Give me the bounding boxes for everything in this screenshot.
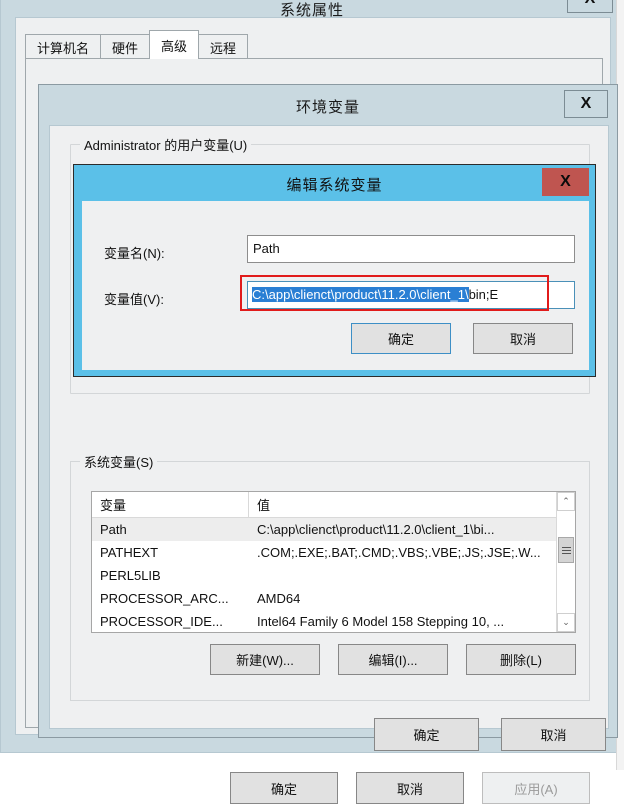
system-properties-titlebar: 系统属性 X <box>1 0 623 19</box>
variable-name: PROCESSOR_ARC... <box>100 591 229 606</box>
variable-name-input[interactable]: Path <box>247 235 575 263</box>
delete-variable-button[interactable]: 删除(L) <box>466 644 576 675</box>
envvars-cancel-button[interactable]: 取消 <box>501 718 606 751</box>
variable-name: PATHEXT <box>100 545 159 560</box>
table-row[interactable]: PROCESSOR_IDE... Intel64 Family 6 Model … <box>92 610 575 632</box>
grip-icon <box>561 546 571 554</box>
edit-system-variable-titlebar: 编辑系统变量 X <box>74 165 595 201</box>
environment-variables-title: 环境变量 <box>295 99 360 116</box>
close-icon[interactable]: X <box>567 0 613 13</box>
variable-value-input-wrap: C:\app\clienct\product\11.2.0\client_1\b… <box>240 275 575 311</box>
variable-name-label: 变量名(N): <box>104 246 165 261</box>
column-header-value[interactable]: 值 <box>249 492 575 517</box>
variable-value: AMD64 <box>257 591 301 606</box>
environment-variables-footer: 确定 取消 <box>50 718 624 751</box>
system-variables-list[interactable]: 变量 值 Path C:\app\clienct\product\11.2.0\… <box>91 491 576 633</box>
system-properties-window: 系统属性 X 计算机名 硬件 高级 远程 确定 取消 应用(A) 环境变量 X <box>0 0 624 804</box>
variable-value: Intel64 Family 6 Model 158 Stepping 10, … <box>257 614 505 629</box>
sysprops-ok-button[interactable]: 确定 <box>230 772 338 804</box>
system-variables-legend: 系统变量(S) <box>80 452 158 471</box>
tab-advanced[interactable]: 高级 <box>149 30 200 59</box>
table-row[interactable]: Path C:\app\clienct\product\11.2.0\clien… <box>92 518 575 541</box>
tab-strip: 计算机名 硬件 高级 远程 <box>25 30 249 59</box>
close-icon[interactable]: X <box>542 168 589 196</box>
tab-hardware[interactable]: 硬件 <box>100 34 151 59</box>
tab-remote[interactable]: 远程 <box>198 34 249 59</box>
variable-name: Path <box>100 522 127 537</box>
sysprops-cancel-button[interactable]: 取消 <box>356 772 464 804</box>
system-properties-footer: 确定 取消 应用(A) <box>16 772 612 804</box>
system-properties-body: 计算机名 硬件 高级 远程 确定 取消 应用(A) 环境变量 X Adminis… <box>15 17 618 804</box>
table-row[interactable]: PATHEXT .COM;.EXE;.BAT;.CMD;.VBS;.VBE;.J… <box>92 541 575 564</box>
variable-value: C:\app\clienct\product\11.2.0\client_1\b… <box>257 522 495 537</box>
column-header-variable[interactable]: 变量 <box>92 492 249 517</box>
close-icon[interactable]: X <box>564 90 608 118</box>
edit-system-variable-title: 编辑系统变量 <box>286 177 383 194</box>
chevron-down-icon[interactable]: ⌄ <box>557 613 575 632</box>
system-variables-list-header: 变量 值 <box>92 492 575 518</box>
tab-computer-name[interactable]: 计算机名 <box>25 34 102 59</box>
edit-system-variable-body: 变量名(N): Path 变量值(V): C:\app\clienct\prod… <box>82 201 589 370</box>
edit-variable-button[interactable]: 编辑(I)... <box>338 644 448 675</box>
user-variables-legend: Administrator 的用户变量(U) <box>80 135 252 154</box>
variable-value-selected-text: C:\app\clienct\product\11.2.0\client_1\ <box>252 287 469 302</box>
scrollbar-thumb[interactable] <box>558 537 574 563</box>
variable-name: PERL5LIB <box>100 568 161 583</box>
variable-name: PROCESSOR_IDE... <box>100 614 223 629</box>
edit-system-variable-dialog: 编辑系统变量 X 变量名(N): Path 变量值(V): C:\app\cli… <box>73 164 596 377</box>
new-variable-button[interactable]: 新建(W)... <box>210 644 320 675</box>
table-row[interactable]: PROCESSOR_ARC... AMD64 <box>92 587 575 610</box>
environment-variables-titlebar: 环境变量 X <box>39 85 617 125</box>
variable-value-trailing-text: bin;E <box>468 287 499 302</box>
variable-value-input[interactable]: C:\app\clienct\product\11.2.0\client_1\b… <box>247 281 575 309</box>
edit-system-variable-footer: 确定 取消 <box>82 323 589 354</box>
variable-value: .COM;.EXE;.BAT;.CMD;.VBS;.VBE;.JS;.JSE;.… <box>257 545 541 560</box>
table-row[interactable]: PERL5LIB <box>92 564 575 587</box>
chevron-up-icon[interactable]: ⌃ <box>557 492 575 511</box>
editvar-cancel-button[interactable]: 取消 <box>473 323 573 354</box>
envvars-ok-button[interactable]: 确定 <box>374 718 479 751</box>
list-scrollbar[interactable]: ⌃ ⌄ <box>556 492 575 632</box>
editvar-ok-button[interactable]: 确定 <box>351 323 451 354</box>
sysprops-apply-button[interactable]: 应用(A) <box>482 772 590 804</box>
variable-value-label: 变量值(V): <box>104 292 164 307</box>
system-variables-button-row: 新建(W)... 编辑(I)... 删除(L) <box>50 644 610 675</box>
